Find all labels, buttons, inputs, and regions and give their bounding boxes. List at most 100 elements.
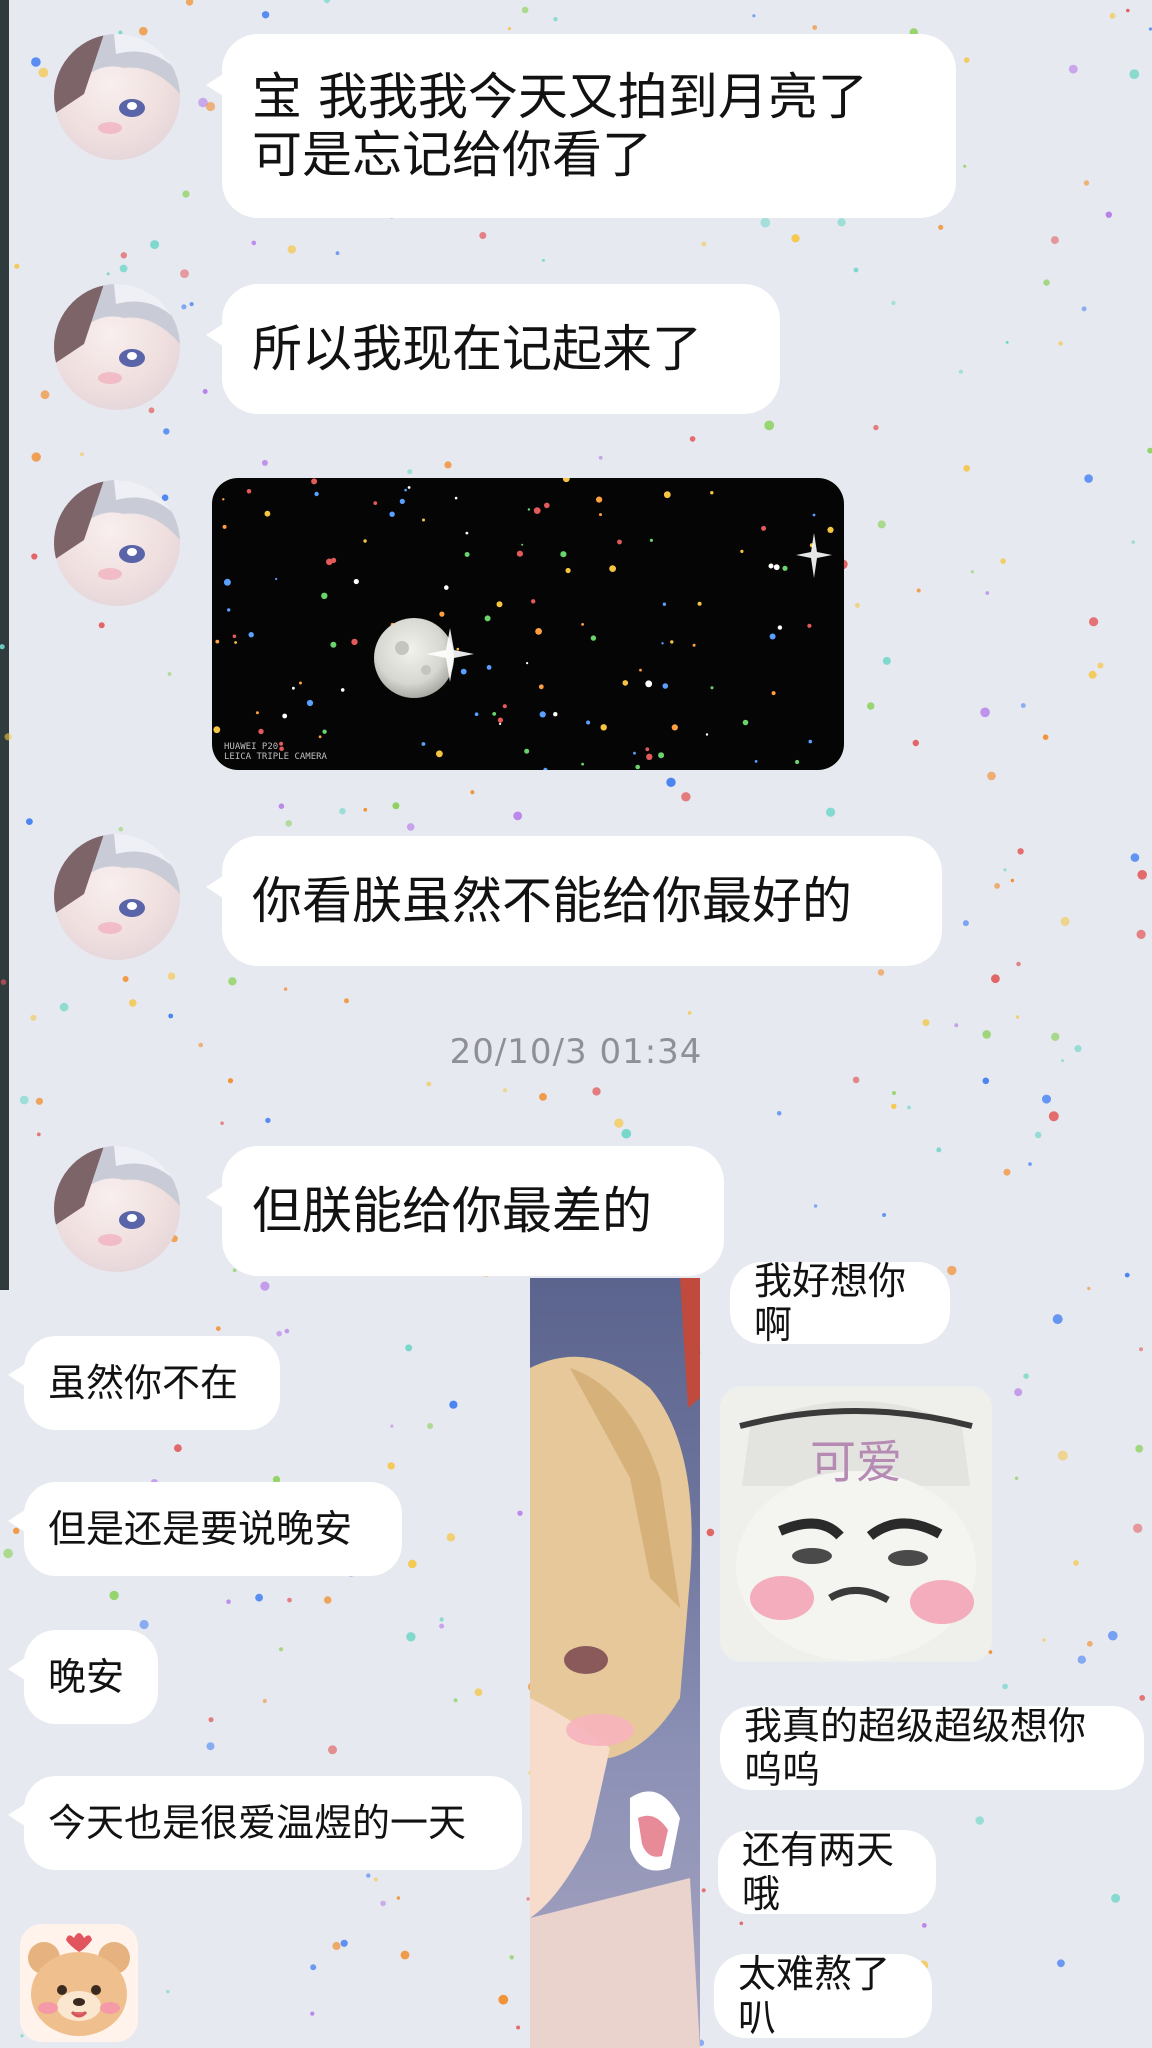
confetti-dot [916, 588, 921, 593]
confetti-dot [340, 1939, 348, 1947]
confetti-dot [323, 1596, 332, 1604]
confetti-dot [185, 0, 194, 6]
confetti-dot [922, 1019, 930, 1027]
photo-star [539, 711, 546, 718]
confetti-dot [1081, 306, 1087, 312]
message-text: 虽然你不在 [48, 1361, 239, 1405]
photo-star [740, 549, 744, 553]
confetti-dot [119, 264, 128, 273]
confetti-dot [405, 1344, 413, 1352]
message-bubble[interactable]: 虽然你不在 [8, 1336, 280, 1430]
confetti-dot [912, 739, 919, 747]
friend-avatar[interactable] [54, 480, 180, 606]
photo-star [662, 602, 667, 606]
photo-star [761, 525, 767, 531]
confetti-dot [261, 11, 270, 19]
confetti-dot [1139, 1695, 1146, 1701]
confetti-dot [408, 1559, 417, 1569]
confetti-dot [1010, 878, 1015, 883]
confetti-dot [59, 1002, 69, 1012]
confetti-dot [19, 1095, 29, 1105]
friend-avatar[interactable] [54, 284, 180, 410]
confetti-dot [1042, 1638, 1046, 1642]
message-text: 太难熬了叭 [738, 1952, 891, 2040]
confetti-dot [1124, 1272, 1130, 1278]
message-bubble[interactable]: 你看朕虽然不能给你最好的 [206, 836, 942, 966]
confetti-dot [106, 272, 110, 276]
photo-star [521, 543, 524, 546]
photo-star [827, 526, 834, 533]
confetti-dot [335, 251, 340, 256]
confetti-dot [980, 707, 990, 718]
photo-star [771, 691, 776, 696]
confetti-dot [962, 920, 969, 927]
photo-star [330, 641, 337, 648]
photo-star [609, 565, 616, 572]
confetti-dot [877, 520, 886, 529]
confetti-dot [407, 469, 413, 475]
bear-sticker[interactable] [20, 1924, 138, 2042]
message-bubble[interactable]: 我好想你啊 [730, 1259, 950, 1347]
photo-star [322, 729, 327, 734]
confetti-dot [31, 452, 41, 462]
confetti-dot [400, 1950, 410, 1960]
confetti-dot [310, 1964, 317, 1971]
confetti-dot [854, 602, 861, 608]
message-text: 我真的超级超级想你呜呜 [744, 1704, 1087, 1792]
message-bubble[interactable]: 太难熬了叭 [714, 1952, 932, 2040]
photo-star [326, 558, 333, 566]
confetti-dot [826, 807, 836, 817]
photo-star [581, 762, 584, 766]
confetti-dot [1086, 1640, 1093, 1647]
photo-star [282, 713, 288, 719]
meme-caption: 可爱 [810, 1435, 902, 1489]
message-bubble[interactable]: 我真的超级超级想你呜呜 [720, 1704, 1144, 1792]
friend-avatar[interactable] [54, 1146, 180, 1272]
confetti-dot [148, 407, 155, 414]
confetti-dot [760, 217, 771, 228]
message-bubble[interactable]: 宝 我我我今天又拍到月亮了 可是忘记给你看了 [206, 34, 956, 218]
photo-star [581, 623, 584, 626]
confetti-dot [474, 1688, 483, 1697]
message-bubble[interactable]: 所以我现在记起来了 [206, 284, 780, 414]
photo-star [292, 686, 295, 690]
message-text: 但是还是要说晚安 [48, 1507, 353, 1551]
message-bubble[interactable]: 但是还是要说晚安 [8, 1482, 402, 1576]
friend-avatar[interactable] [54, 834, 180, 960]
photo-star [524, 748, 530, 754]
photo-star [439, 611, 445, 617]
confetti-dot [1048, 1111, 1059, 1122]
confetti-dot [687, 1011, 692, 1015]
confetti-dot [1133, 1523, 1143, 1534]
message-bubble[interactable]: 今天也是很爱温煜的一天 [8, 1776, 522, 1870]
photo-star [560, 551, 567, 558]
photo-star [670, 640, 674, 644]
photo-star [299, 681, 302, 685]
moon-photo[interactable]: HUAWEI P20 LEICA TRIPLE CAMERA [212, 478, 844, 770]
confetti-dot [453, 1698, 458, 1703]
message-bubble[interactable]: 晚安 [8, 1630, 158, 1724]
photo-star [768, 563, 774, 569]
confetti-dot [182, 190, 190, 198]
confetti-dot [706, 1528, 715, 1537]
message-text: 晚安 [48, 1655, 125, 1699]
confetti-dot [963, 465, 971, 472]
photo-star [306, 699, 314, 707]
confetti-dot [541, 258, 545, 262]
confetti-dot [446, 1533, 456, 1542]
photo-star [533, 507, 541, 514]
confetti-dot [975, 1816, 984, 1825]
confetti-dot [139, 1619, 149, 1630]
confetti-dot [470, 790, 475, 795]
photo-star [658, 752, 665, 759]
message-bubble[interactable]: 但朕能给你最差的 [206, 1146, 724, 1276]
meme-sticker[interactable]: 可爱 [720, 1386, 992, 1662]
confetti-dot [1052, 1314, 1063, 1325]
friend-avatar[interactable] [54, 34, 180, 160]
confetti-dot [1057, 1959, 1065, 1968]
photo-star [454, 496, 458, 500]
photo-star [264, 510, 271, 517]
confetti-dot [1136, 929, 1146, 940]
message-bubble[interactable]: 还有两天哦 [718, 1828, 936, 1916]
photo-star [389, 511, 395, 517]
